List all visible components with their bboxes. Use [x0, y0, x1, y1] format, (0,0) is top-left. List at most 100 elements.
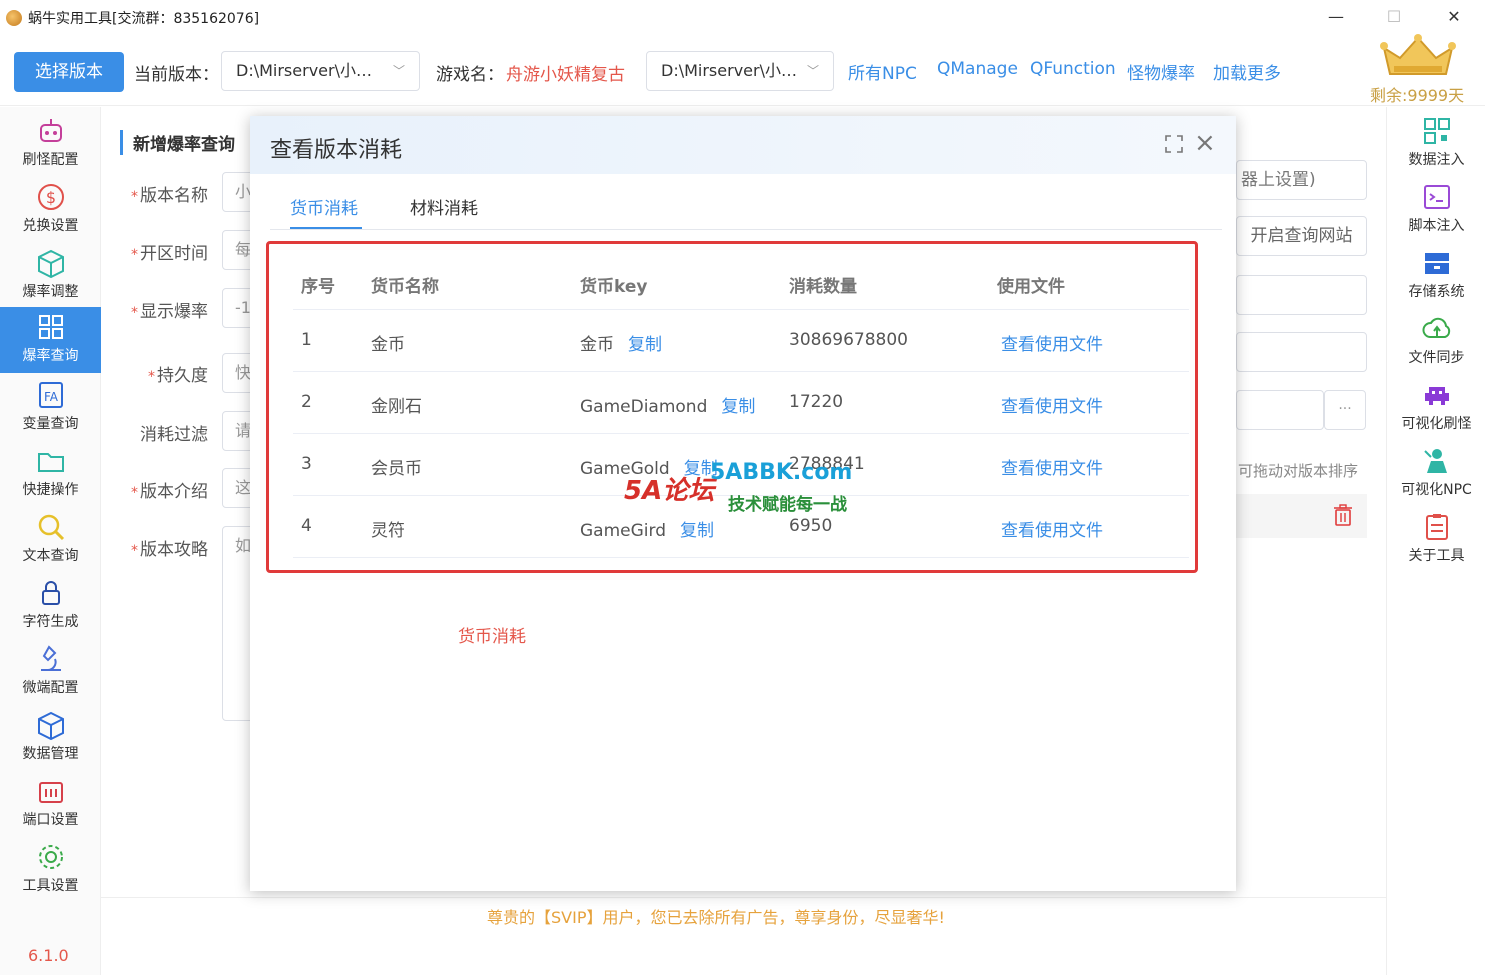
rsidebar-item-visual-npc[interactable]: 可视化NPC [1387, 441, 1485, 507]
form-label-version-guide: * 版本攻略 [131, 540, 208, 560]
watermark-domain: 5ABBK.com [710, 460, 853, 485]
forum-watermark: 5A论坛 5ABBK.com 技术赋能每一战 [624, 454, 864, 520]
sidebar-item-variable-query[interactable]: FA 变量查询 [0, 375, 101, 441]
close-icon[interactable]: × [1194, 130, 1216, 156]
sidebar-item-spawn-config[interactable]: 刷怪配置 [0, 111, 101, 177]
fullscreen-icon[interactable] [1164, 134, 1184, 154]
variable-icon: FA [38, 382, 63, 408]
path-select[interactable]: D:\Mirserver\小… ﹀ [646, 51, 834, 91]
close-button[interactable]: ✕ [1434, 4, 1474, 30]
rsidebar-item-label: 关于工具 [1408, 548, 1465, 564]
form-label-open-time: * 开区时间 [131, 244, 208, 264]
trash-icon[interactable] [1333, 504, 1353, 526]
dollar-icon: $ [37, 184, 64, 210]
sidebar-item-port-settings[interactable]: 端口设置 [0, 771, 101, 837]
qrcode-icon [1423, 118, 1450, 144]
sidebar-item-tool-settings[interactable]: 工具设置 [0, 837, 101, 903]
grid-query-icon [38, 315, 63, 339]
server-setting-input[interactable]: 器上设置) [1236, 160, 1367, 200]
port-icon [38, 782, 63, 803]
box-icon [37, 711, 64, 741]
col-key: 货币key [580, 277, 648, 297]
table-row: 1 金币 金币 复制 30869678800 查看使用文件 [293, 310, 1189, 372]
window-title: 蜗牛实用工具[交流群：835162076] [28, 11, 260, 27]
right-input-4[interactable] [1236, 332, 1367, 372]
tab-currency-consume[interactable]: 货币消耗 [290, 194, 358, 219]
col-file: 使用文件 [997, 277, 1065, 297]
svg-text:FA: FA [43, 390, 58, 404]
sidebar-item-label: 文本查询 [22, 548, 79, 564]
rsidebar-item-script-inject[interactable]: 脚本注入 [1387, 177, 1485, 243]
modal-header: 查看版本消耗 × [250, 116, 1236, 174]
minimize-button[interactable]: — [1316, 4, 1356, 30]
sidebar-item-drop-adjust[interactable]: 爆率调整 [0, 243, 101, 309]
modal-tabs: 货币消耗 材料消耗 [270, 188, 1222, 230]
open-query-site-button[interactable]: 开启查询网站 [1236, 216, 1367, 256]
cell-name: 会员币 [371, 459, 422, 479]
more-options-button[interactable]: ··· [1324, 390, 1366, 430]
rsidebar-item-label: 可视化刷怪 [1401, 416, 1472, 432]
copy-link[interactable]: 复制 [628, 335, 662, 355]
rsidebar-item-file-sync[interactable]: 文件同步 [1387, 309, 1485, 375]
lock-icon [41, 581, 60, 605]
clipboard-icon [1425, 514, 1448, 540]
col-count: 消耗数量 [789, 277, 857, 297]
sidebar-item-micro-config[interactable]: 微端配置 [0, 639, 101, 705]
maximize-button[interactable]: ☐ [1374, 4, 1414, 30]
remaining-days: 剩余:9999天 [1370, 86, 1465, 105]
app-version: 6.1.0 [28, 946, 69, 965]
sidebar-item-label: 字符生成 [22, 614, 79, 630]
rsidebar-item-storage[interactable]: 存储系统 [1387, 243, 1485, 309]
title-bar: 蜗牛实用工具[交流群：835162076] — ☐ ✕ [0, 0, 1485, 34]
form-label-consume-filter: 消耗过滤 [140, 425, 208, 445]
right-input-3[interactable] [1236, 275, 1367, 315]
view-file-link[interactable]: 查看使用文件 [1001, 330, 1103, 355]
chevron-down-icon: ﹀ [392, 64, 405, 78]
currency-consume-label: 货币消耗 [458, 627, 526, 647]
rsidebar-item-label: 脚本注入 [1408, 218, 1465, 234]
drag-sort-hint: 可拖动对版本排序 [1238, 462, 1359, 480]
sidebar-item-data-manage[interactable]: 数据管理 [0, 705, 101, 771]
link-monster-drop[interactable]: 怪物爆率 [1127, 59, 1195, 84]
link-load-more[interactable]: 加载更多 [1213, 59, 1281, 84]
tab-material-consume[interactable]: 材料消耗 [410, 194, 478, 219]
game-name-label: 游戏名： [436, 65, 504, 85]
select-version-button[interactable]: 选择版本 [14, 52, 124, 92]
rsidebar-item-visual-spawn[interactable]: 可视化刷怪 [1387, 375, 1485, 441]
form-label-durability: * 持久度 [148, 366, 208, 386]
sidebar-item-label: 变量查询 [22, 416, 79, 432]
rsidebar-item-about[interactable]: 关于工具 [1387, 507, 1485, 573]
rsidebar-item-label: 文件同步 [1408, 350, 1465, 366]
snail-app-icon [6, 10, 22, 26]
cell-no: 2 [301, 392, 312, 412]
rsidebar-item-data-inject[interactable]: 数据注入 [1387, 111, 1485, 177]
copy-link[interactable]: 复制 [680, 521, 714, 541]
sidebar-item-exchange[interactable]: $ 兑换设置 [0, 177, 101, 243]
right-input-5[interactable] [1236, 390, 1324, 430]
link-qfunction[interactable]: QFunction [1030, 59, 1116, 79]
cloud-sync-icon [1422, 317, 1450, 338]
view-file-link[interactable]: 查看使用文件 [1001, 392, 1103, 417]
view-file-link[interactable]: 查看使用文件 [1001, 516, 1103, 541]
watermark-brand: 5A论坛 [624, 476, 715, 506]
current-version-select[interactable]: D:\Mirserver\小… ﹀ [221, 51, 420, 91]
link-qmanage[interactable]: QManage [937, 59, 1018, 79]
invader-icon [1424, 387, 1449, 405]
copy-link[interactable]: 复制 [721, 397, 755, 417]
storage-icon [1424, 253, 1449, 274]
link-all-npc[interactable]: 所有NPC [848, 59, 917, 84]
sidebar-item-label: 微端配置 [22, 680, 79, 696]
robot-icon [39, 119, 62, 142]
cell-key: GameDiamond 复制 [580, 397, 756, 417]
sidebar-item-quick-ops[interactable]: 快捷操作 [0, 441, 101, 507]
right-sidebar: 数据注入 脚本注入 存储系统 文件同步 可视化刷怪 可视化NPC 关于工具 [1386, 107, 1485, 975]
sidebar-item-char-gen[interactable]: 字符生成 [0, 573, 101, 639]
sidebar-item-text-query[interactable]: 文本查询 [0, 507, 101, 573]
sidebar-item-drop-query[interactable]: 爆率查询 [0, 307, 101, 373]
cell-no: 1 [301, 330, 312, 350]
terminal-icon [1423, 185, 1450, 209]
view-file-link[interactable]: 查看使用文件 [1001, 454, 1103, 479]
table-row: 2 金刚石 GameDiamond 复制 17220 查看使用文件 [293, 372, 1189, 434]
form-label-version-name: * 版本名称 [131, 186, 208, 206]
cell-count: 17220 [789, 392, 844, 412]
